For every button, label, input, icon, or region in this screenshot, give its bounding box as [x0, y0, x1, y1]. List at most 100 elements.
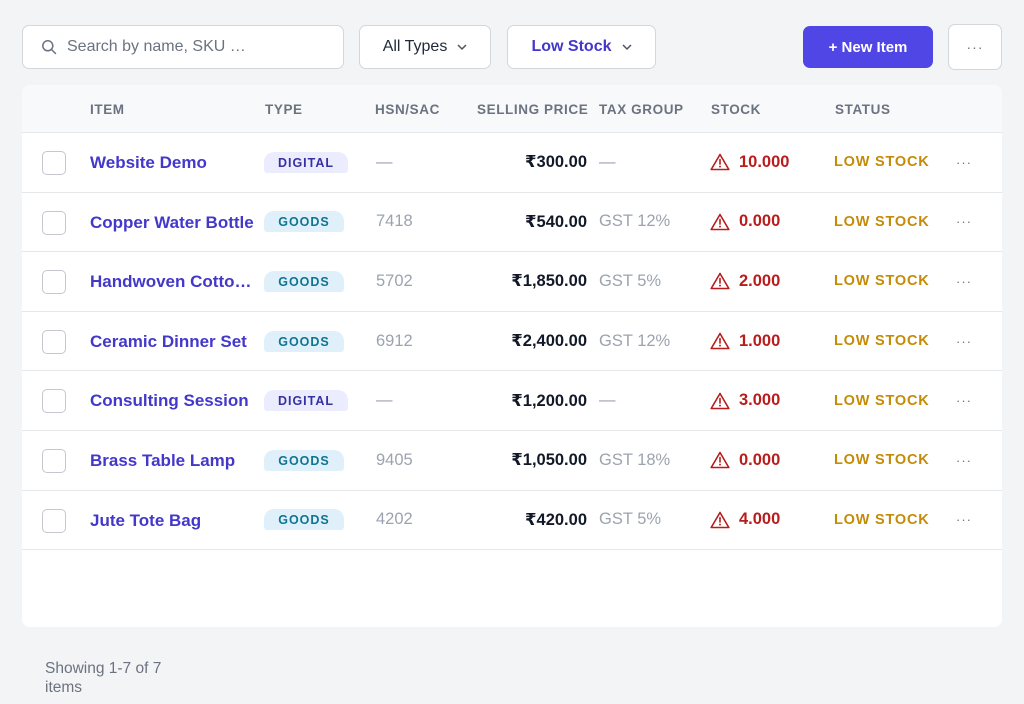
table-row: Brass Table Lamp GOODS 9405 ₹1,050.00 GST 18…	[22, 431, 1002, 491]
stock-cell: 2.000	[710, 252, 780, 311]
stock-cell: 10.000	[710, 133, 789, 192]
warning-triangle-icon	[710, 213, 730, 231]
type-cell: GOODS	[264, 193, 344, 252]
warning-triangle-icon	[710, 272, 730, 290]
stock-filter-select[interactable]: Low Stock	[507, 25, 656, 69]
more-options-button[interactable]: ···	[948, 24, 1002, 70]
stock-value: 0.000	[739, 450, 781, 469]
row-checkbox[interactable]	[42, 151, 66, 175]
item-name-link[interactable]: Handwoven Cotton Throw	[90, 252, 258, 311]
row-actions-button[interactable]: ···	[956, 491, 972, 550]
type-badge: GOODS	[264, 509, 344, 531]
tax-group-cell: GST 12%	[599, 331, 671, 350]
price-cell: ₹1,050.00	[511, 451, 587, 470]
row-actions-button[interactable]: ···	[956, 371, 972, 430]
type-filter-select[interactable]: All Types	[359, 25, 491, 69]
hsn-cell: —	[376, 152, 393, 171]
price-cell: ₹2,400.00	[511, 332, 587, 351]
type-badge: GOODS	[264, 211, 344, 233]
stock-value: 4.000	[739, 510, 781, 529]
stock-filter-label: Low Stock	[531, 38, 612, 55]
new-item-button[interactable]: + New Item	[803, 26, 933, 68]
status-badge: LOW STOCK	[834, 511, 930, 528]
stock-value: 2.000	[739, 271, 781, 290]
row-checkbox[interactable]	[42, 329, 66, 354]
warning-triangle-icon	[710, 332, 730, 350]
table-row: Copper Water Bottle GOODS 7418 ₹540.00 GST 1…	[22, 193, 1002, 253]
price-cell: ₹1,850.00	[511, 272, 587, 291]
tax-group-cell: GST 5%	[599, 510, 662, 529]
table-row: Jute Tote Bag GOODS 4202 ₹420.00 GST 5% 4.000…	[22, 491, 1002, 551]
row-checkbox[interactable]	[42, 389, 66, 414]
stock-value: 10.000	[739, 152, 790, 171]
stock-value: 1.000	[739, 331, 781, 350]
row-actions-button[interactable]: ···	[956, 193, 972, 252]
column-header-tax: TAX GROUP	[599, 102, 684, 117]
column-header-price: SELLING PRICE	[477, 102, 589, 117]
hsn-cell: —	[376, 391, 393, 410]
price-cell: ₹300.00	[525, 153, 587, 172]
status-badge: LOW STOCK	[834, 333, 930, 350]
stock-cell: 0.000	[710, 193, 780, 252]
pagination-summary: Showing 1-7 of 7 items	[45, 660, 162, 696]
search-box[interactable]	[22, 25, 344, 69]
type-badge: GOODS	[264, 449, 344, 471]
row-actions-button[interactable]: ···	[956, 133, 972, 192]
status-badge: LOW STOCK	[834, 273, 930, 290]
item-name-link[interactable]: Jute Tote Bag	[90, 491, 258, 550]
table-row: Website Demo DIGITAL — ₹300.00 — 10.000 LOW ST…	[22, 133, 1002, 193]
stock-value: 3.000	[739, 391, 781, 410]
row-checkbox[interactable]	[42, 448, 66, 473]
hsn-cell: 4202	[376, 510, 413, 529]
tax-group-cell: GST 5%	[599, 271, 662, 290]
type-badge: DIGITAL	[264, 390, 348, 412]
column-header-stock: STOCK	[711, 102, 762, 117]
row-checkbox[interactable]	[42, 270, 66, 295]
type-cell: GOODS	[264, 491, 344, 550]
warning-triangle-icon	[710, 392, 730, 410]
tax-group-cell: GST 12%	[599, 212, 671, 231]
items-table: ITEM TYPE HSN/SAC SELLING PRICE TAX GROU…	[22, 85, 1002, 627]
item-name-link[interactable]: Website Demo	[90, 133, 258, 192]
type-cell: GOODS	[264, 431, 344, 490]
status-badge: LOW STOCK	[834, 392, 930, 409]
tax-group-cell: —	[599, 152, 616, 171]
table-header: ITEM TYPE HSN/SAC SELLING PRICE TAX GROU…	[22, 85, 1002, 133]
item-name-link[interactable]: Copper Water Bottle	[90, 193, 258, 252]
stock-cell: 4.000	[710, 491, 780, 550]
column-header-status: STATUS	[835, 102, 891, 117]
warning-triangle-icon	[710, 451, 730, 469]
row-checkbox[interactable]	[42, 508, 66, 533]
type-filter-label: All Types	[382, 38, 448, 55]
warning-triangle-icon	[710, 511, 730, 529]
type-badge: GOODS	[264, 330, 344, 352]
hsn-cell: 7418	[376, 212, 413, 231]
row-actions-button[interactable]: ···	[956, 312, 972, 371]
item-name-link[interactable]: Consulting Session	[90, 371, 258, 430]
tax-group-cell: —	[599, 391, 616, 410]
type-badge: GOODS	[264, 270, 344, 292]
type-cell: GOODS	[264, 252, 344, 311]
search-input[interactable]	[67, 38, 317, 56]
stock-cell: 0.000	[710, 431, 780, 490]
price-cell: ₹420.00	[525, 510, 587, 529]
table-row: Handwoven Cotton Throw GOODS 5702 ₹1,850.00…	[22, 252, 1002, 312]
hsn-cell: 9405	[376, 450, 413, 469]
stock-value: 0.000	[739, 212, 781, 231]
status-badge: LOW STOCK	[834, 452, 930, 469]
toolbar: All Types Low Stock + New Item ···	[22, 24, 1002, 70]
chevron-down-icon	[621, 43, 632, 50]
chevron-down-icon	[457, 43, 467, 50]
row-checkbox[interactable]	[42, 210, 66, 235]
table-body: Website Demo DIGITAL — ₹300.00 — 10.000 LOW ST…	[22, 133, 1002, 551]
row-actions-button[interactable]: ···	[956, 431, 972, 490]
item-name-link[interactable]: Brass Table Lamp	[90, 431, 258, 490]
column-header-item: ITEM	[90, 102, 125, 117]
table-row: Consulting Session DIGITAL — ₹1,200.00 — 3.00…	[22, 371, 1002, 431]
row-actions-button[interactable]: ···	[956, 252, 972, 311]
warning-triangle-icon	[710, 153, 730, 171]
status-badge: LOW STOCK	[834, 154, 930, 171]
table-row: Ceramic Dinner Set GOODS 6912 ₹2,400.00 GST …	[22, 312, 1002, 372]
price-cell: ₹1,200.00	[511, 391, 587, 410]
item-name-link[interactable]: Ceramic Dinner Set	[90, 312, 258, 371]
